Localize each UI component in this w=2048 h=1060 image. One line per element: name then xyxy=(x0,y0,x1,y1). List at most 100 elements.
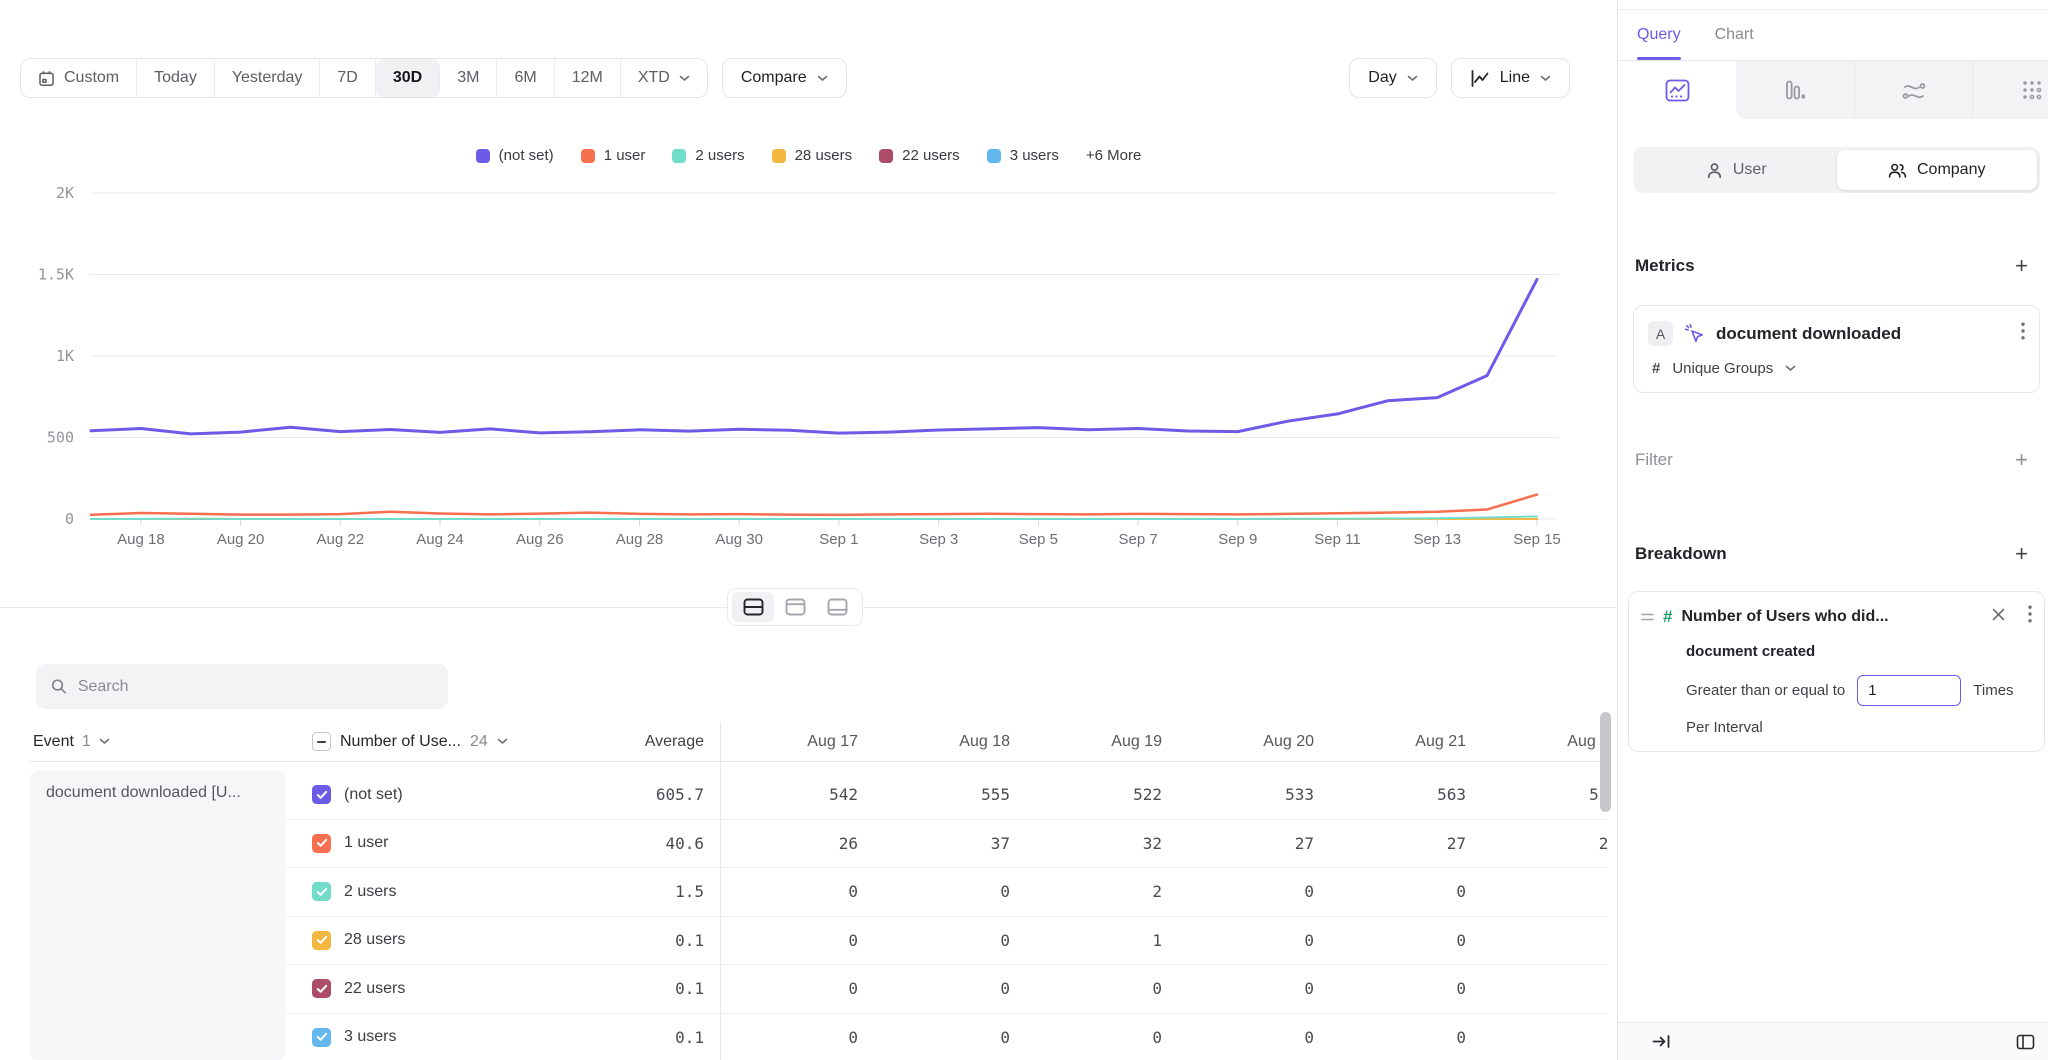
chart-type-dropdown[interactable]: Line xyxy=(1451,58,1570,98)
x-axis-label: Sep 3 xyxy=(919,531,958,548)
split-view-button[interactable] xyxy=(732,592,774,622)
breakdown-event-name[interactable]: document created xyxy=(1686,643,2032,660)
kebab-icon xyxy=(2021,322,2025,340)
series-checkbox[interactable] xyxy=(312,785,331,804)
series-label[interactable]: 2 users xyxy=(344,883,396,901)
scope-user[interactable]: User xyxy=(1636,150,1837,190)
metric-badge: A xyxy=(1648,321,1673,346)
range-yesterday[interactable]: Yesterday xyxy=(215,59,321,97)
series-line[interactable] xyxy=(91,495,1537,515)
date-column-header[interactable]: Aug 18 xyxy=(872,733,1024,751)
series-label[interactable]: 28 users xyxy=(344,931,405,949)
breakdown-menu-button[interactable] xyxy=(2028,605,2032,628)
legend-item[interactable]: 3 users xyxy=(987,147,1059,164)
x-axis-label: Sep 9 xyxy=(1218,531,1257,548)
chart-type-tab-line-chart[interactable] xyxy=(1618,61,1736,119)
legend-item[interactable]: 2 users xyxy=(672,147,744,164)
scope-company-label: Company xyxy=(1917,161,1985,179)
series-label[interactable]: 1 user xyxy=(344,834,388,852)
sidebar-tabs: Query Chart xyxy=(1618,9,2048,61)
range-3m[interactable]: 3M xyxy=(440,59,497,97)
date-column-header[interactable]: Aug 19 xyxy=(1024,733,1176,751)
tab-query[interactable]: Query xyxy=(1637,9,1681,60)
range-label: 12M xyxy=(572,69,603,87)
series-checkbox[interactable] xyxy=(312,834,331,853)
date-column-header[interactable]: Aug 22 xyxy=(1480,733,1608,751)
series-label[interactable]: 22 users xyxy=(344,980,405,998)
per-interval-label[interactable]: Per Interval xyxy=(1686,719,2032,736)
range-12m[interactable]: 12M xyxy=(555,59,621,97)
series-cell: 22 users 0.1 xyxy=(286,979,720,998)
legend-label: 3 users xyxy=(1010,147,1059,164)
add-filter-button[interactable]: + xyxy=(2015,449,2028,471)
average-value: 0.1 xyxy=(675,979,704,998)
series-line[interactable] xyxy=(91,516,1537,519)
range-30d[interactable]: 30D xyxy=(376,59,440,97)
line-chart[interactable]: 05001K1.5K2KAug 18Aug 20Aug 22Aug 24Aug … xyxy=(0,172,1617,557)
collapse-right-icon[interactable] xyxy=(1652,1034,1671,1049)
date-column-header[interactable]: Aug 17 xyxy=(720,733,872,751)
event-column-label: Event xyxy=(33,733,74,751)
select-all-checkbox[interactable] xyxy=(312,732,331,751)
average-value: 40.6 xyxy=(665,834,704,853)
event-column-header[interactable]: Event 1 xyxy=(30,733,286,751)
range-xtd[interactable]: XTD xyxy=(621,59,707,97)
filter-heading: Filter xyxy=(1635,450,1673,470)
range-7d[interactable]: 7D xyxy=(320,59,375,97)
metric-card[interactable]: A document downloaded # Unique Groups xyxy=(1633,305,2040,393)
series-line[interactable] xyxy=(91,279,1537,434)
chart-toolbar: CustomTodayYesterday7D30D3M6M 12M XTD Comp… xyxy=(20,58,1570,98)
metric-menu-button[interactable] xyxy=(2021,322,2025,345)
search-input[interactable] xyxy=(78,678,433,696)
date-column-header[interactable]: Aug 21 xyxy=(1328,733,1480,751)
legend-item[interactable]: 28 users xyxy=(772,147,853,164)
measure-selector[interactable]: Unique Groups xyxy=(1672,360,1773,377)
breakdown-condition-row: Greater than or equal to Times xyxy=(1686,675,2032,706)
date-column-header[interactable]: Aug 20 xyxy=(1176,733,1328,751)
legend-item[interactable]: 22 users xyxy=(879,147,960,164)
add-breakdown-button[interactable]: + xyxy=(2015,543,2028,565)
chart-type-tab-flow[interactable] xyxy=(1854,61,1972,119)
series-label[interactable]: 3 users xyxy=(344,1028,396,1046)
app: CustomTodayYesterday7D30D3M6M 12M XTD Comp… xyxy=(0,0,2048,1060)
scope-company[interactable]: Company xyxy=(1837,150,2038,190)
add-metric-button[interactable]: + xyxy=(2015,255,2028,277)
drag-handle-icon[interactable] xyxy=(1641,612,1654,622)
legend-label: 2 users xyxy=(695,147,744,164)
data-cell: 32 xyxy=(1024,834,1176,853)
side-panel-icon[interactable] xyxy=(2016,1034,2035,1050)
legend-more-button[interactable]: +6 More xyxy=(1086,147,1141,164)
average-column-header[interactable]: Average xyxy=(645,733,704,751)
series-checkbox[interactable] xyxy=(312,1028,331,1047)
chart-type-tab-more-types[interactable] xyxy=(1972,61,2048,119)
condition-label[interactable]: Greater than or equal to xyxy=(1686,682,1845,699)
series-checkbox[interactable] xyxy=(312,979,331,998)
range-custom[interactable]: Custom xyxy=(21,59,137,97)
range-6m[interactable]: 6M xyxy=(497,59,554,97)
table-only-button[interactable] xyxy=(816,592,858,622)
condition-value-input[interactable] xyxy=(1857,675,1961,706)
event-cell[interactable]: document downloaded [U... xyxy=(30,771,286,1060)
compare-button[interactable]: Compare xyxy=(722,58,847,98)
data-cell: 0 xyxy=(1024,1028,1176,1047)
average-value: 0.1 xyxy=(675,931,704,950)
table-scrollbar[interactable] xyxy=(1600,712,1611,812)
remove-breakdown-button[interactable] xyxy=(1992,608,2005,626)
chart-type-tab-bar-chart[interactable] xyxy=(1736,61,1854,119)
data-cell: 0 xyxy=(1176,1028,1328,1047)
data-cell: 1 xyxy=(1024,931,1176,950)
legend-item[interactable]: (not set) xyxy=(476,147,554,164)
x-axis-label: Aug 26 xyxy=(516,531,564,548)
interval-dropdown[interactable]: Day xyxy=(1349,58,1436,98)
legend-item[interactable]: 1 user xyxy=(581,147,646,164)
series-checkbox[interactable] xyxy=(312,931,331,950)
series-checkbox[interactable] xyxy=(312,882,331,901)
x-axis-label: Sep 7 xyxy=(1118,531,1157,548)
series-column-label[interactable]: Number of Use... xyxy=(340,733,461,751)
tab-chart[interactable]: Chart xyxy=(1715,9,1754,60)
chart-only-button[interactable] xyxy=(774,592,816,622)
series-label[interactable]: (not set) xyxy=(344,786,403,804)
range-today[interactable]: Today xyxy=(137,59,215,97)
data-cell: 0 xyxy=(1480,931,1608,950)
condition-unit-label: Times xyxy=(1973,682,2013,699)
